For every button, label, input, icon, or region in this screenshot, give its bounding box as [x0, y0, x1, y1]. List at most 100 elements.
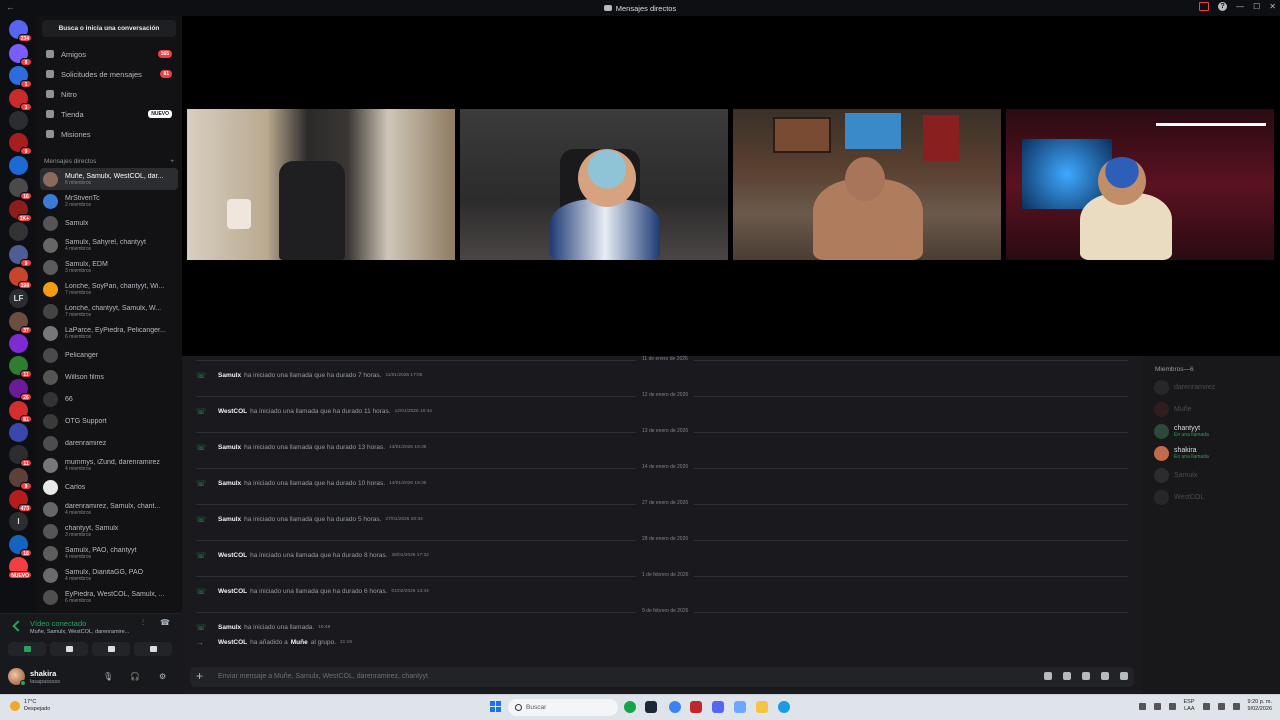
- video-tile-4[interactable]: [1006, 109, 1274, 260]
- dm-item[interactable]: Lonche, SoyPan, chantyyt, Wi... 7 miembro…: [40, 278, 178, 300]
- dm-item[interactable]: Willson films: [40, 366, 178, 388]
- server-icon[interactable]: [9, 333, 28, 353]
- message-input-box[interactable]: + Enviar mensaje a Muñe, Samulx, WestCOL…: [190, 667, 1134, 687]
- usb-icon[interactable]: [1168, 702, 1176, 710]
- server-icon[interactable]: NUEVO: [8, 556, 32, 579]
- server-icon[interactable]: 473: [9, 490, 32, 512]
- app-icon[interactable]: [734, 701, 746, 713]
- apps-icon[interactable]: [1120, 672, 1128, 680]
- message-author[interactable]: Samulx: [218, 444, 241, 451]
- username[interactable]: shakira: [30, 669, 56, 678]
- maximize-button[interactable]: ☐: [1253, 2, 1260, 11]
- network-icon[interactable]: [1153, 702, 1161, 710]
- headphones-icon[interactable]: 🎧: [130, 672, 140, 681]
- server-icon[interactable]: 11: [9, 356, 32, 379]
- weather-widget[interactable]: 17°C Despejado: [10, 699, 50, 713]
- dm-item[interactable]: Samulx, EDM 3 miembros: [40, 256, 178, 278]
- settings-gear-icon[interactable]: ⚙: [159, 672, 166, 681]
- member-item[interactable]: WestCOL: [1154, 490, 1204, 505]
- minimize-button[interactable]: —: [1236, 2, 1244, 11]
- server-icon[interactable]: [9, 423, 28, 443]
- server-icon[interactable]: 9: [9, 244, 32, 267]
- dm-item[interactable]: LaParce, EyPiedra, Pelicanger... 6 miembr…: [40, 322, 178, 344]
- search-button[interactable]: Busca o inicia una conversación: [42, 20, 176, 37]
- nav-nitro[interactable]: Nitro: [42, 85, 176, 103]
- start-button[interactable]: [490, 701, 501, 712]
- steam-icon[interactable]: [645, 701, 657, 713]
- disconnect-icon[interactable]: ☎: [160, 618, 170, 627]
- dm-item[interactable]: Lonche, chantyyt, Samulx, W... 7 miembros: [40, 300, 178, 322]
- dm-item[interactable]: darenramirez, Samulx, chant... 4 miembros: [40, 498, 178, 520]
- spotify-icon[interactable]: [624, 701, 636, 713]
- member-item[interactable]: shakira En una llamada: [1154, 446, 1209, 461]
- server-icon[interactable]: 37: [9, 311, 32, 334]
- add-attachment-icon[interactable]: +: [196, 669, 203, 683]
- message-author[interactable]: WestCOL: [218, 639, 247, 646]
- server-icon[interactable]: 198: [9, 267, 32, 289]
- message-author[interactable]: Samulx: [218, 624, 241, 631]
- chevron-up-icon[interactable]: [1138, 702, 1146, 710]
- server-icon[interactable]: 9: [9, 133, 32, 156]
- server-icon[interactable]: LF: [9, 289, 28, 309]
- nav-friends[interactable]: Amigos 165: [42, 45, 176, 63]
- dm-item[interactable]: mummys, iZund, darenramirez 4 miembros: [40, 454, 178, 476]
- sticker-icon[interactable]: [1082, 672, 1090, 680]
- server-icon[interactable]: 8: [9, 44, 32, 66]
- nav-store[interactable]: Tienda NUEVO: [42, 105, 176, 123]
- dm-item[interactable]: Muñe, Samulx, WestCOL, dar... 6 miembros: [40, 168, 178, 190]
- voice-channel-name[interactable]: Muñe, Samulx, WestCOL, darenramire...: [30, 629, 129, 635]
- server-icon[interactable]: 234: [9, 20, 32, 42]
- dm-item[interactable]: Samulx, PAO, chantyyt 4 miembros: [40, 542, 178, 564]
- taskbar-search[interactable]: Buscar: [508, 699, 618, 716]
- server-icon[interactable]: 26: [9, 378, 32, 401]
- message-author[interactable]: WestCOL: [218, 552, 247, 559]
- nav-quests[interactable]: Misiones: [42, 125, 176, 143]
- member-item[interactable]: chantyyt En una llamada: [1154, 424, 1209, 439]
- gif-icon[interactable]: [1063, 672, 1071, 680]
- message-author[interactable]: WestCOL: [218, 408, 247, 415]
- camera-button[interactable]: [8, 642, 46, 656]
- file-explorer-icon[interactable]: [756, 701, 768, 713]
- close-button[interactable]: ✕: [1269, 2, 1276, 11]
- inbox-icon[interactable]: [1199, 2, 1210, 11]
- server-icon[interactable]: 9: [9, 467, 32, 490]
- message-author[interactable]: Samulx: [218, 480, 241, 487]
- dm-item[interactable]: Carlos: [40, 476, 178, 498]
- dm-item[interactable]: Samulx, DianitaGG, PAO 4 miembros: [40, 564, 178, 586]
- dm-item[interactable]: OTG Support: [40, 410, 178, 432]
- message-author[interactable]: WestCOL: [218, 588, 247, 595]
- help-icon[interactable]: ?: [1218, 2, 1228, 11]
- dm-item[interactable]: chantyyt, Samulx 3 miembros: [40, 520, 178, 542]
- server-icon[interactable]: [9, 222, 28, 242]
- discord-taskbar-icon[interactable]: [712, 701, 724, 713]
- clock[interactable]: 9:20 p. m. 9/02/2026: [1248, 699, 1272, 713]
- server-icon[interactable]: 18: [9, 534, 32, 557]
- member-item[interactable]: Muñe: [1154, 402, 1192, 417]
- battery-icon[interactable]: [1232, 702, 1240, 710]
- member-item[interactable]: Samulx: [1154, 468, 1197, 483]
- language-indicator[interactable]: ESP LAA: [1184, 699, 1195, 713]
- chrome-icon[interactable]: [669, 701, 681, 713]
- server-icon[interactable]: 81: [9, 400, 32, 423]
- server-icon[interactable]: 11: [9, 445, 32, 468]
- dm-item[interactable]: EyPiedra, WestCOL, Samulx, ... 6 miembros: [40, 586, 178, 608]
- dm-item[interactable]: 66: [40, 388, 178, 410]
- server-icon[interactable]: 3: [9, 88, 32, 111]
- noise-suppression-icon[interactable]: ⫶: [142, 618, 144, 628]
- dm-item[interactable]: darenramirez: [40, 432, 178, 454]
- soundboard-button[interactable]: [134, 642, 172, 656]
- add-dm-icon[interactable]: +: [170, 158, 174, 165]
- dm-item[interactable]: Samulx: [40, 212, 178, 234]
- volume-icon[interactable]: [1217, 702, 1225, 710]
- message-author[interactable]: Samulx: [218, 516, 241, 523]
- app-icon[interactable]: [690, 701, 702, 713]
- activities-button[interactable]: [92, 642, 130, 656]
- server-icon[interactable]: [9, 155, 28, 175]
- nav-message-requests[interactable]: Solicitudes de mensajes 81: [42, 65, 176, 83]
- server-icon[interactable]: I: [9, 512, 28, 532]
- video-tile-2[interactable]: [460, 109, 728, 260]
- dm-item[interactable]: MrStivenTc 2 miembros: [40, 190, 178, 212]
- video-tile-1[interactable]: [187, 109, 455, 260]
- screen-share-button[interactable]: [50, 642, 88, 656]
- server-icon[interactable]: 1K+: [9, 200, 32, 223]
